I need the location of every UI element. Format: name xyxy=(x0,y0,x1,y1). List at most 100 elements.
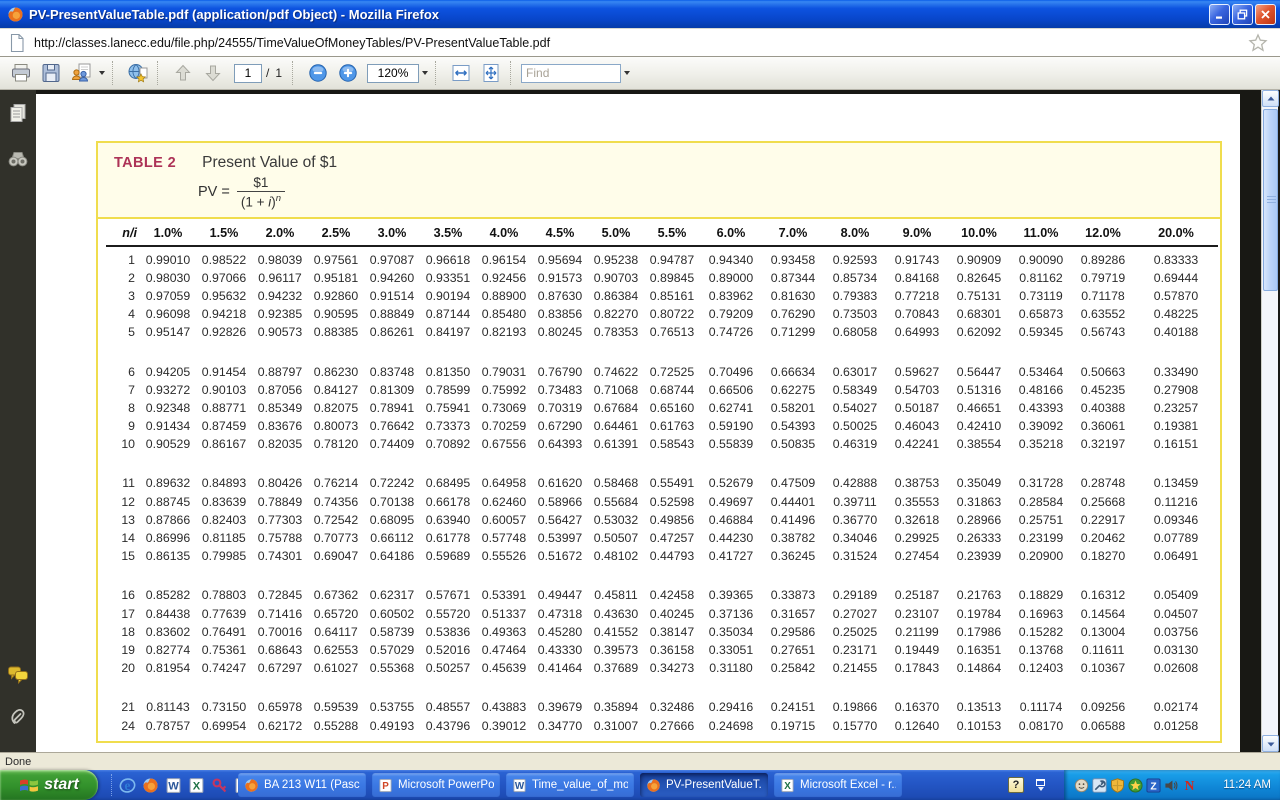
pv-factor-cell: 0.57748 xyxy=(476,529,532,547)
pv-factor-cell: 0.96098 xyxy=(140,305,196,323)
pv-factor-cell: 0.65873 xyxy=(1010,305,1072,323)
collaborate-icon xyxy=(70,62,92,84)
quicklaunch-internet-explorer-icon[interactable]: e xyxy=(119,777,136,794)
taskbar-clock[interactable]: 11:24 AM xyxy=(1223,779,1280,791)
pv-factor-cell: 0.55720 xyxy=(420,605,476,623)
scrollbar-thumb[interactable] xyxy=(1263,109,1278,291)
toolbar-chevron-icon[interactable] xyxy=(1036,779,1045,791)
pv-factor-cell: 0.84893 xyxy=(196,474,252,492)
help-icon[interactable]: ? xyxy=(1008,777,1024,793)
taskbar-button[interactable]: WTime_value_of_mo... xyxy=(506,773,634,797)
scroll-down-button[interactable] xyxy=(1262,735,1279,752)
next-page-button[interactable] xyxy=(201,61,225,85)
pv-factor-cell: 0.64461 xyxy=(588,417,644,435)
web-share-button[interactable] xyxy=(126,61,150,85)
window-controls xyxy=(1209,4,1276,25)
taskbar-button[interactable]: BA 213 W11 (Pasc... xyxy=(238,773,366,797)
location-bar[interactable]: http://classes.lanecc.edu/file.php/24555… xyxy=(0,28,1280,57)
pv-factor-cell: 0.92826 xyxy=(196,323,252,341)
volume-tray-icon[interactable] xyxy=(1164,778,1179,793)
shield-tray-icon[interactable] xyxy=(1110,778,1125,793)
collaborate-dropdown-caret[interactable] xyxy=(99,71,105,75)
pv-factor-cell: 0.67297 xyxy=(252,659,308,677)
pv-factor-cell: 0.89845 xyxy=(644,269,700,287)
pv-factor-cell: 0.51337 xyxy=(476,605,532,623)
pages-panel-icon[interactable] xyxy=(7,102,29,124)
attachments-paperclip-icon[interactable] xyxy=(7,704,29,726)
period-cell: 11 xyxy=(106,474,140,492)
print-button[interactable] xyxy=(9,61,33,85)
pv-factor-cell: 0.92860 xyxy=(308,287,364,305)
pv-factor-cell: 0.27454 xyxy=(886,547,948,565)
pv-factor-cell: 0.65978 xyxy=(252,698,308,716)
previous-page-button[interactable] xyxy=(171,61,195,85)
scroll-up-button[interactable] xyxy=(1262,90,1279,107)
present-value-table: n/i1.0%1.5%2.0%2.5%3.0%3.5%4.0%4.5%5.0%5… xyxy=(106,219,1218,735)
pv-factor-cell: 0.89000 xyxy=(700,269,762,287)
period-cell: 5 xyxy=(106,323,140,341)
minimize-button[interactable] xyxy=(1209,4,1230,25)
pv-factor-cell: 0.23107 xyxy=(886,605,948,623)
find-dropdown-caret[interactable] xyxy=(624,71,630,75)
quicklaunch-word-icon[interactable]: W xyxy=(165,777,182,794)
pv-factor-cell: 0.83639 xyxy=(196,493,252,511)
antivirus-tray-icon[interactable] xyxy=(1128,778,1143,793)
find-input[interactable] xyxy=(521,64,621,83)
period-cell: 10 xyxy=(106,435,140,453)
zipapp-tray-icon[interactable]: Z xyxy=(1146,778,1161,793)
taskbar-button[interactable]: PMicrosoft PowerPo... xyxy=(372,773,500,797)
save-button[interactable] xyxy=(39,61,63,85)
close-button[interactable] xyxy=(1255,4,1276,25)
quicklaunch-firefox-icon[interactable] xyxy=(142,777,159,794)
pv-factor-cell: 0.70319 xyxy=(532,399,588,417)
pv-factor-cell: 0.66112 xyxy=(364,529,420,547)
pv-factor-cell: 0.08170 xyxy=(1010,716,1072,734)
pv-factor-cell: 0.34770 xyxy=(532,716,588,734)
zoom-in-button[interactable] xyxy=(336,61,360,85)
fit-page-button[interactable] xyxy=(479,61,503,85)
search-binoculars-icon[interactable] xyxy=(7,148,29,170)
pv-factor-cell: 0.64117 xyxy=(308,623,364,641)
pv-factor-cell: 0.94260 xyxy=(364,269,420,287)
pv-factor-cell: 0.86261 xyxy=(364,323,420,341)
pv-factor-cell: 0.55368 xyxy=(364,659,420,677)
start-button[interactable]: start xyxy=(0,770,98,800)
taskbar-button[interactable]: XMicrosoft Excel - r... xyxy=(774,773,902,797)
pv-factor-cell: 0.96117 xyxy=(252,269,308,287)
table-row: 60.942050.914540.887970.862300.837480.81… xyxy=(106,362,1218,380)
pv-factor-cell: 0.41727 xyxy=(700,547,762,565)
pv-factor-cell: 0.48166 xyxy=(1010,381,1072,399)
table-row: 20.980300.970660.961170.951810.942600.93… xyxy=(106,269,1218,287)
messenger-tray-icon[interactable] xyxy=(1074,778,1089,793)
zoom-dropdown-caret[interactable] xyxy=(422,71,428,75)
restore-button[interactable] xyxy=(1232,4,1253,25)
column-header: 5.5% xyxy=(644,219,700,246)
pv-factor-cell: 0.38147 xyxy=(644,623,700,641)
quicklaunch-access-icon[interactable] xyxy=(211,777,228,794)
novell-tray-icon[interactable]: N xyxy=(1182,778,1197,793)
pv-factor-cell: 0.54027 xyxy=(824,399,886,417)
pv-factor-cell: 0.27651 xyxy=(762,641,824,659)
collaborate-button[interactable] xyxy=(69,61,93,85)
pv-factor-cell: 0.58468 xyxy=(588,474,644,492)
zoom-out-button[interactable] xyxy=(306,61,330,85)
pv-factor-cell: 0.20900 xyxy=(1010,547,1072,565)
quicklaunch-excel-icon[interactable]: X xyxy=(188,777,205,794)
taskbar-button[interactable]: PV-PresentValueT... xyxy=(640,773,768,797)
pv-factor-cell: 0.13513 xyxy=(948,698,1010,716)
pv-factor-cell: 0.35049 xyxy=(948,474,1010,492)
wrench-tray-icon[interactable] xyxy=(1092,778,1107,793)
pv-factor-cell: 0.27908 xyxy=(1134,381,1218,399)
bookmark-star-icon[interactable] xyxy=(1248,33,1268,53)
zoom-level-value[interactable]: 120% xyxy=(367,64,419,83)
page-separator: / xyxy=(266,66,269,80)
comments-panel-icon[interactable] xyxy=(7,664,29,686)
period-cell: 19 xyxy=(106,641,140,659)
fit-width-button[interactable] xyxy=(449,61,473,85)
printer-icon xyxy=(10,62,32,84)
url-text[interactable]: http://classes.lanecc.edu/file.php/24555… xyxy=(34,36,550,50)
page-number-input[interactable] xyxy=(234,64,262,83)
vertical-scrollbar[interactable] xyxy=(1261,90,1278,752)
period-cell: 12 xyxy=(106,493,140,511)
pv-factor-cell: 0.72242 xyxy=(364,474,420,492)
